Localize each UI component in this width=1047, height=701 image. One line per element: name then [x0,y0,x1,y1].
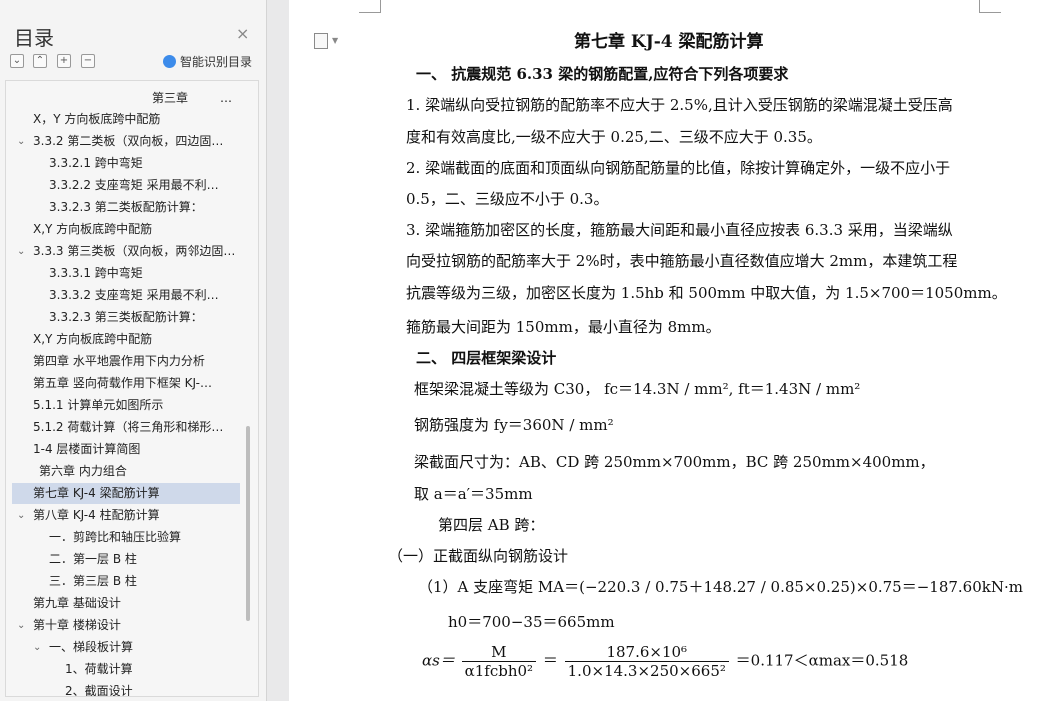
section-heading: 二、 四层框架梁设计 [416,349,557,367]
fraction: 187.6×10⁶ 1.0×14.3×250×665² [564,643,729,680]
toc-item[interactable]: 第六章 内力组合 [6,461,242,482]
toc-item[interactable]: 3.3.2.3 第三类板配筋计算： [6,307,242,328]
paragraph-line: 梁截面尺寸为：AB、CD 跨 250mm×700mm，BC 跨 250mm×40… [414,453,935,471]
toc-item[interactable]: 5.1.2 荷载计算（将三角形和梯形… [6,417,242,438]
section-heading: 一、 抗震规范 6.33 梁的钢筋配置,应符合下列各项要求 [416,65,789,83]
chapter-title: 第七章 KJ-4 梁配筋计算 [574,32,764,52]
paragraph-line: 1. 梁端纵向受拉钢筋的配筋率不应大于 2.5%,且计入受压钢筋的梁端混凝土受压… [406,96,953,114]
crop-mark [979,12,1001,13]
toc-item[interactable]: ⌄ 第十章 楼梯设计 [6,615,242,636]
paragraph-line: 取 a＝a′＝35mm [414,485,533,503]
toc-item[interactable]: 3.3.2.2 支座弯矩 采用最不利… [6,175,242,196]
sub-heading: （一）正截面纵向钢筋设计 [388,547,569,565]
smart-toc-label: 智能识别目录 [180,55,253,69]
add-heading-icon[interactable]: + [57,54,71,68]
chevron-down-icon[interactable]: ▼ [332,36,338,45]
toc-item[interactable]: ⌄ 一、梯段板计算 [6,637,242,658]
toc-item[interactable]: 一．剪跨比和轴压比验算 [6,527,242,548]
toc-sidebar: 目录 × ⌄ ⌃ + − 智能识别目录 第三章 … X，Y 方向板底跨中配筋 ⌄… [0,0,267,701]
chevron-down-icon[interactable]: ⌄ [17,505,25,526]
document-page: 第七章 KJ-4 梁配筋计算 一、 抗震规范 6.33 梁的钢筋配置,应符合下列… [289,0,1047,701]
toc-title: 目录 [14,26,54,50]
remove-heading-icon[interactable]: − [81,54,95,68]
chevron-down-icon[interactable]: ⌄ [33,637,41,658]
toc-item[interactable]: ⌄ 3.3.3 第三类板（双向板，两邻边固… [6,241,242,262]
paragraph-line: 框架梁混凝土等级为 C30， fc＝14.3N / mm², ft＝1.43N … [414,380,861,398]
collapse-all-icon[interactable]: ⌄ [10,54,24,68]
toc-item[interactable]: X，Y 方向板底跨中配筋 [6,109,242,130]
paragraph-line: 3. 梁端箍筋加密区的长度，箍筋最大间距和最小直径应按表 6.3.3 采用，当梁… [406,221,953,239]
toc-item-active[interactable]: 第七章 KJ-4 梁配筋计算 [12,483,240,504]
document-icon[interactable] [314,33,328,49]
toc-item[interactable]: 三．第三层 B 柱 [6,571,242,592]
toc-item[interactable]: 1-4 层楼面计算简图 [6,439,242,460]
crop-mark [380,0,381,13]
fraction: M α1fcbh0² [461,643,537,680]
smart-toc-button[interactable]: 智能识别目录 [163,53,252,70]
paragraph-line: 0.5，二、三级应不小于 0.3。 [406,190,609,208]
toc-item[interactable]: 二．第一层 B 柱 [6,549,242,570]
toc-item[interactable]: 3.3.2.1 跨中弯矩 [6,153,242,174]
paragraph-line: 第四层 AB 跨： [438,516,545,534]
paragraph-line: 箍筋最大间距为 150mm，最小直径为 8mm。 [406,318,721,336]
crop-mark [359,12,381,13]
toc-item[interactable]: ⌄ 第八章 KJ-4 柱配筋计算 [6,505,242,526]
toc-item[interactable]: 3.3.3.2 支座弯矩 采用最不利… [6,285,242,306]
toc-item[interactable]: 第三章 … [6,88,242,109]
formula-line: （1）A 支座弯矩 MA＝(−220.3 / 0.75＋148.27 / 0.8… [418,578,1023,596]
paragraph-line: 抗震等级为三级，加密区长度为 1.5hb 和 500mm 中取大值，为 1.5×… [406,284,1007,302]
toc-item[interactable]: X,Y 方向板底跨中配筋 [6,219,242,240]
paragraph-line: 2. 梁端截面的底面和顶面纵向钢筋配筋量的比值，除按计算确定外，一级不应小于 [406,159,951,177]
chevron-down-icon[interactable]: ⌄ [17,615,25,636]
toc-item[interactable]: 5.1.1 计算单元如图所示 [6,395,242,416]
toc-item[interactable]: X,Y 方向板底跨中配筋 [6,329,242,350]
toc-toolbar: ⌄ ⌃ + − 智能识别目录 [8,53,258,71]
ai-icon [163,55,176,68]
paragraph-line: 钢筋强度为 fy＝360N / mm² [414,416,614,434]
paragraph-line: 度和有效高度比,一级不应大于 0.25,二、三级不应大于 0.35。 [406,128,822,146]
toc-scrollbar[interactable] [246,426,250,621]
toc-item[interactable]: 第五章 竖向荷载作用下框架 KJ-… [6,373,242,394]
toc-item[interactable]: 3.3.2.3 第二类板配筋计算： [6,197,242,218]
formula-line: h0＝700−35＝665mm [448,613,615,631]
crop-mark [979,0,980,13]
alpha-formula: αs＝ M α1fcbh0² ＝ 187.6×10⁶ 1.0×14.3×250×… [422,643,909,680]
toc-item[interactable]: 第四章 水平地震作用下内力分析 [6,351,242,372]
toc-list: 第三章 … X，Y 方向板底跨中配筋 ⌄ 3.3.2 第二类板（双向板，四边固… … [5,80,259,697]
toc-item[interactable]: 第九章 基础设计 [6,593,242,614]
toc-item[interactable]: 3.3.3.1 跨中弯矩 [6,263,242,284]
expand-all-icon[interactable]: ⌃ [33,54,47,68]
chevron-down-icon[interactable]: ⌄ [17,131,25,152]
toc-item[interactable]: 1、荷载计算 [6,659,242,680]
chevron-down-icon[interactable]: ⌄ [17,241,25,262]
close-icon[interactable]: × [236,24,249,43]
toc-item[interactable]: 2、截面设计 [6,681,242,696]
toc-item[interactable]: ⌄ 3.3.2 第二类板（双向板，四边固… [6,131,242,152]
paragraph-line: 向受拉钢筋的配筋率大于 2%时，表中箍筋最小直径数值应增大 2mm，本建筑工程 [406,252,958,270]
